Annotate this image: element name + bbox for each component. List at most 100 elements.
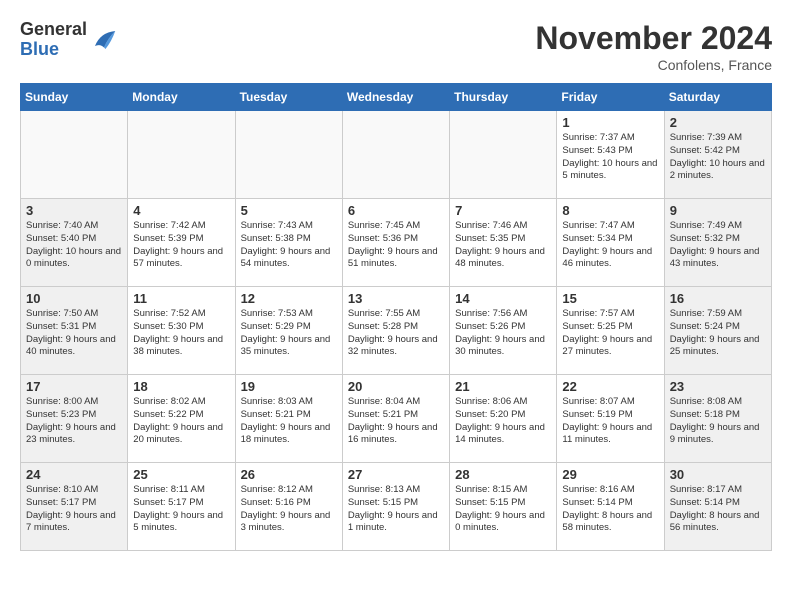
day-info: Sunrise: 8:13 AM Sunset: 5:15 PM Dayligh… <box>348 484 444 535</box>
calendar-cell: 4 Sunrise: 7:42 AM Sunset: 5:39 PM Daylig… <box>128 199 235 287</box>
day-number: 2 <box>670 115 766 130</box>
day-info: Sunrise: 7:57 AM Sunset: 5:25 PM Dayligh… <box>562 308 658 359</box>
day-number: 28 <box>455 467 551 482</box>
calendar-cell: 10 Sunrise: 7:50 AM Sunset: 5:31 PM Dayli… <box>21 287 128 375</box>
calendar-cell: 14 Sunrise: 7:56 AM Sunset: 5:26 PM Dayli… <box>450 287 557 375</box>
calendar-cell: 20 Sunrise: 8:04 AM Sunset: 5:21 PM Dayli… <box>342 375 449 463</box>
weekday-header-tuesday: Tuesday <box>235 84 342 111</box>
day-number: 18 <box>133 379 229 394</box>
weekday-header-friday: Friday <box>557 84 664 111</box>
logo-bird-icon <box>89 25 119 55</box>
week-row-1: 3 Sunrise: 7:40 AM Sunset: 5:40 PM Daylig… <box>21 199 772 287</box>
weekday-header-thursday: Thursday <box>450 84 557 111</box>
week-row-4: 24 Sunrise: 8:10 AM Sunset: 5:17 PM Dayli… <box>21 463 772 551</box>
calendar-cell: 2 Sunrise: 7:39 AM Sunset: 5:42 PM Daylig… <box>664 111 771 199</box>
logo-general: General <box>20 19 87 39</box>
day-number: 23 <box>670 379 766 394</box>
day-number: 29 <box>562 467 658 482</box>
month-title: November 2024 <box>535 20 772 57</box>
calendar-cell: 21 Sunrise: 8:06 AM Sunset: 5:20 PM Dayli… <box>450 375 557 463</box>
day-number: 24 <box>26 467 122 482</box>
day-number: 19 <box>241 379 337 394</box>
day-number: 16 <box>670 291 766 306</box>
title-block: November 2024 Confolens, France <box>535 20 772 73</box>
day-number: 17 <box>26 379 122 394</box>
logo-text: General Blue <box>20 20 87 60</box>
day-number: 9 <box>670 203 766 218</box>
day-number: 13 <box>348 291 444 306</box>
calendar-cell <box>235 111 342 199</box>
day-info: Sunrise: 7:42 AM Sunset: 5:39 PM Dayligh… <box>133 220 229 271</box>
day-info: Sunrise: 7:55 AM Sunset: 5:28 PM Dayligh… <box>348 308 444 359</box>
day-number: 12 <box>241 291 337 306</box>
day-info: Sunrise: 8:11 AM Sunset: 5:17 PM Dayligh… <box>133 484 229 535</box>
calendar-cell: 18Sunrise: 8:02 AM Sunset: 5:22 PM Dayli… <box>128 375 235 463</box>
calendar-table: SundayMondayTuesdayWednesdayThursdayFrid… <box>20 83 772 551</box>
day-info: Sunrise: 7:45 AM Sunset: 5:36 PM Dayligh… <box>348 220 444 271</box>
calendar-cell: 24 Sunrise: 8:10 AM Sunset: 5:17 PM Dayli… <box>21 463 128 551</box>
calendar-cell: 5Sunrise: 7:43 AM Sunset: 5:38 PM Daylig… <box>235 199 342 287</box>
day-info: Sunrise: 7:43 AM Sunset: 5:38 PM Dayligh… <box>241 220 337 271</box>
calendar-cell: 26Sunrise: 8:12 AM Sunset: 5:16 PM Dayli… <box>235 463 342 551</box>
calendar-cell: 13 Sunrise: 7:55 AM Sunset: 5:28 PM Dayli… <box>342 287 449 375</box>
day-number: 3 <box>26 203 122 218</box>
day-number: 10 <box>26 291 122 306</box>
day-info: Sunrise: 7:40 AM Sunset: 5:40 PM Dayligh… <box>26 220 122 271</box>
weekday-header-sunday: Sunday <box>21 84 128 111</box>
weekday-header-monday: Monday <box>128 84 235 111</box>
calendar-cell: 22 Sunrise: 8:07 AM Sunset: 5:19 PM Dayli… <box>557 375 664 463</box>
day-info: Sunrise: 8:10 AM Sunset: 5:17 PM Dayligh… <box>26 484 122 535</box>
day-number: 25 <box>133 467 229 482</box>
calendar-cell: 9 Sunrise: 7:49 AM Sunset: 5:32 PM Daylig… <box>664 199 771 287</box>
week-row-0: 1 Sunrise: 7:37 AM Sunset: 5:43 PM Daylig… <box>21 111 772 199</box>
calendar-cell: 16 Sunrise: 7:59 AM Sunset: 5:24 PM Dayli… <box>664 287 771 375</box>
day-info: Sunrise: 7:39 AM Sunset: 5:42 PM Dayligh… <box>670 132 766 183</box>
day-number: 1 <box>562 115 658 130</box>
calendar-cell: 7 Sunrise: 7:46 AM Sunset: 5:35 PM Daylig… <box>450 199 557 287</box>
day-number: 22 <box>562 379 658 394</box>
day-info: Sunrise: 8:03 AM Sunset: 5:21 PM Dayligh… <box>241 396 337 447</box>
calendar-cell: 17Sunrise: 8:00 AM Sunset: 5:23 PM Dayli… <box>21 375 128 463</box>
day-number: 21 <box>455 379 551 394</box>
calendar-cell: 19 Sunrise: 8:03 AM Sunset: 5:21 PM Dayli… <box>235 375 342 463</box>
day-info: Sunrise: 8:04 AM Sunset: 5:21 PM Dayligh… <box>348 396 444 447</box>
weekday-header-wednesday: Wednesday <box>342 84 449 111</box>
day-info: Sunrise: 8:15 AM Sunset: 5:15 PM Dayligh… <box>455 484 551 535</box>
week-row-2: 10 Sunrise: 7:50 AM Sunset: 5:31 PM Dayli… <box>21 287 772 375</box>
day-info: Sunrise: 8:08 AM Sunset: 5:18 PM Dayligh… <box>670 396 766 447</box>
day-number: 6 <box>348 203 444 218</box>
day-info: Sunrise: 8:06 AM Sunset: 5:20 PM Dayligh… <box>455 396 551 447</box>
day-info: Sunrise: 8:07 AM Sunset: 5:19 PM Dayligh… <box>562 396 658 447</box>
day-info: Sunrise: 7:52 AM Sunset: 5:30 PM Dayligh… <box>133 308 229 359</box>
day-number: 27 <box>348 467 444 482</box>
day-info: Sunrise: 8:12 AM Sunset: 5:16 PM Dayligh… <box>241 484 337 535</box>
calendar-cell: 6 Sunrise: 7:45 AM Sunset: 5:36 PM Daylig… <box>342 199 449 287</box>
calendar-cell: 27 Sunrise: 8:13 AM Sunset: 5:15 PM Dayli… <box>342 463 449 551</box>
day-info: Sunrise: 8:17 AM Sunset: 5:14 PM Dayligh… <box>670 484 766 535</box>
day-info: Sunrise: 7:37 AM Sunset: 5:43 PM Dayligh… <box>562 132 658 183</box>
day-number: 14 <box>455 291 551 306</box>
day-info: Sunrise: 7:47 AM Sunset: 5:34 PM Dayligh… <box>562 220 658 271</box>
calendar-cell: 25 Sunrise: 8:11 AM Sunset: 5:17 PM Dayli… <box>128 463 235 551</box>
calendar-cell <box>21 111 128 199</box>
calendar-cell: 28 Sunrise: 8:15 AM Sunset: 5:15 PM Dayli… <box>450 463 557 551</box>
weekday-header-row: SundayMondayTuesdayWednesdayThursdayFrid… <box>21 84 772 111</box>
calendar-cell: 12 Sunrise: 7:53 AM Sunset: 5:29 PM Dayli… <box>235 287 342 375</box>
day-number: 20 <box>348 379 444 394</box>
day-info: Sunrise: 7:59 AM Sunset: 5:24 PM Dayligh… <box>670 308 766 359</box>
page-header: General Blue November 2024 Confolens, Fr… <box>20 20 772 73</box>
calendar-cell <box>128 111 235 199</box>
day-number: 7 <box>455 203 551 218</box>
weekday-header-saturday: Saturday <box>664 84 771 111</box>
calendar-cell <box>450 111 557 199</box>
day-info: Sunrise: 7:50 AM Sunset: 5:31 PM Dayligh… <box>26 308 122 359</box>
day-number: 11 <box>133 291 229 306</box>
day-info: Sunrise: 7:53 AM Sunset: 5:29 PM Dayligh… <box>241 308 337 359</box>
day-info: Sunrise: 8:16 AM Sunset: 5:14 PM Dayligh… <box>562 484 658 535</box>
day-info: Sunrise: 7:49 AM Sunset: 5:32 PM Dayligh… <box>670 220 766 271</box>
day-info: Sunrise: 7:46 AM Sunset: 5:35 PM Dayligh… <box>455 220 551 271</box>
calendar-cell: 15Sunrise: 7:57 AM Sunset: 5:25 PM Dayli… <box>557 287 664 375</box>
day-info: Sunrise: 7:56 AM Sunset: 5:26 PM Dayligh… <box>455 308 551 359</box>
calendar-cell: 23 Sunrise: 8:08 AM Sunset: 5:18 PM Dayli… <box>664 375 771 463</box>
day-number: 4 <box>133 203 229 218</box>
